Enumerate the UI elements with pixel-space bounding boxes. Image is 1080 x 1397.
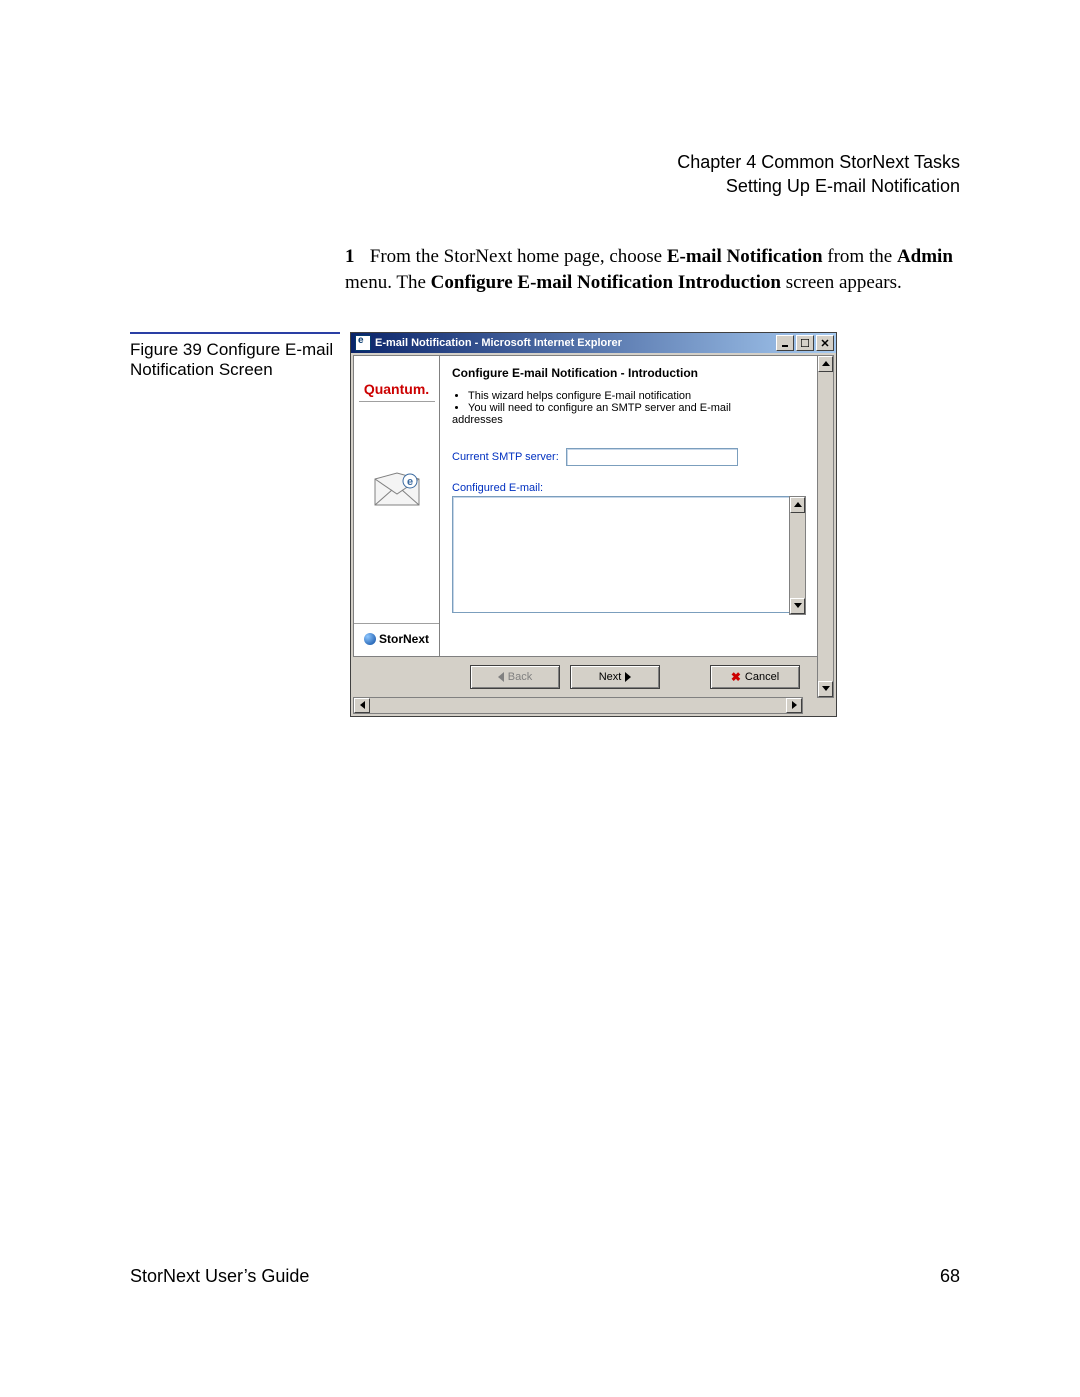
ie-icon [355, 335, 371, 351]
page-footer: StorNext User’s Guide 68 [130, 1266, 960, 1287]
scroll-up-button[interactable] [818, 356, 833, 372]
step-text4: screen appears. [781, 272, 902, 293]
footer-guide: StorNext User’s Guide [130, 1266, 309, 1287]
window-title: E-mail Notification - Microsoft Internet… [375, 337, 622, 349]
bullet-item: This wizard helps configure E-mail notif… [468, 390, 805, 402]
smtp-label: Current SMTP server: [452, 451, 559, 463]
horizontal-scrollbar[interactable] [353, 697, 803, 714]
figure-caption: Figure 39 Configure E-mail Notification … [130, 332, 340, 380]
step-bold-3: Configure E-mail Notification Introducti… [431, 272, 781, 293]
step-bold-1: E-mail Notification [667, 246, 823, 267]
quantum-logo: Quantum. [359, 381, 435, 402]
scroll-up-button[interactable] [790, 497, 805, 513]
step-bold-2: Admin [897, 246, 953, 267]
next-label: Next [599, 671, 622, 683]
listbox-scrollbar[interactable] [789, 496, 806, 615]
page-header: Chapter 4 Common StorNext Tasks Setting … [130, 150, 960, 199]
close-button[interactable] [816, 335, 834, 351]
step-1: 1 From the StorNext home page, choose E-… [345, 244, 960, 297]
back-button[interactable]: Back [470, 665, 560, 689]
wizard-panel: Quantum. e [353, 355, 818, 657]
globe-icon [364, 633, 376, 645]
svg-text:e: e [406, 476, 412, 488]
configured-email-box[interactable] [452, 496, 794, 613]
section-line: Setting Up E-mail Notification [130, 174, 960, 198]
scroll-right-button[interactable] [786, 698, 802, 713]
wizard-sidebar: Quantum. e [354, 356, 440, 656]
wizard-title: Configure E-mail Notification - Introduc… [452, 366, 805, 380]
chapter-line: Chapter 4 Common StorNext Tasks [130, 150, 960, 174]
maximize-button[interactable] [796, 335, 814, 351]
step-text3: menu. The [345, 272, 431, 293]
smtp-input[interactable] [566, 448, 738, 466]
cancel-label: Cancel [745, 671, 779, 683]
window-titlebar[interactable]: E-mail Notification - Microsoft Internet… [351, 333, 836, 353]
next-button[interactable]: Next [570, 665, 660, 689]
configured-email-label: Configured E-mail: [452, 482, 805, 494]
bullet-trailing: addresses [452, 414, 805, 426]
stornext-logo: StorNext [354, 623, 439, 646]
scroll-corner [803, 697, 818, 712]
step-text2: from the [823, 246, 897, 267]
wizard-content: Configure E-mail Notification - Introduc… [440, 356, 817, 656]
scroll-left-button[interactable] [354, 698, 370, 713]
vertical-scrollbar[interactable] [817, 355, 834, 698]
scroll-down-button[interactable] [790, 598, 805, 614]
arrow-right-icon [625, 672, 631, 682]
step-number: 1 [345, 244, 365, 271]
footer-page: 68 [940, 1266, 960, 1287]
envelope-icon: e [374, 472, 420, 506]
x-icon: ✖ [731, 670, 741, 684]
arrow-left-icon [498, 672, 504, 682]
cancel-button[interactable]: ✖ Cancel [710, 665, 800, 689]
back-label: Back [508, 671, 532, 683]
step-text: From the StorNext home page, choose [370, 246, 667, 267]
stornext-text: StorNext [379, 632, 429, 646]
bullet-item: You will need to configure an SMTP serve… [468, 402, 805, 414]
scroll-down-button[interactable] [818, 681, 833, 697]
browser-window: E-mail Notification - Microsoft Internet… [350, 332, 837, 717]
minimize-button[interactable] [776, 335, 794, 351]
wizard-button-row: Back Next ✖ Cancel [353, 657, 818, 697]
wizard-bullets: This wizard helps configure E-mail notif… [468, 390, 805, 414]
